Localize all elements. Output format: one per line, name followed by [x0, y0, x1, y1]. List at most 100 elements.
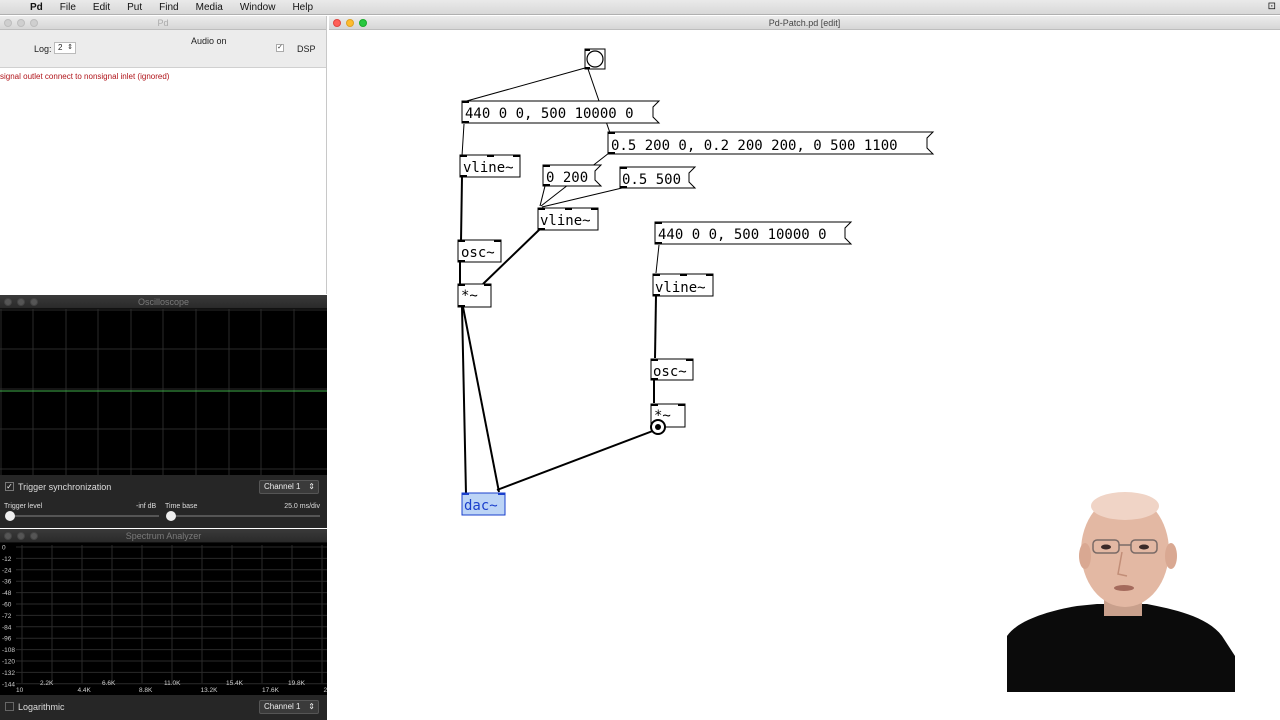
stepper-icon: ⇕ [67, 44, 73, 51]
connection [462, 67, 586, 103]
message-text: 440 0 0, 500 10000 0 [658, 227, 827, 243]
screen-share-icon[interactable]: ⊡ [1268, 1, 1276, 12]
time-base-value: 25.0 ms/div [284, 503, 320, 510]
connection [461, 123, 465, 157]
connection [460, 176, 463, 242]
spectrum-y-tick-label: -96 [2, 636, 12, 643]
spectrum-x-tick-label: 8.8K [139, 687, 153, 694]
vline-object-2[interactable]: vline~ [537, 207, 599, 231]
trigger-level-value: -inf dB [136, 503, 157, 510]
osc-object-1[interactable]: osc~ [457, 239, 502, 263]
connect-cursor-icon [650, 419, 666, 435]
dsp-label: DSP [297, 44, 316, 54]
object-text: *~ [461, 288, 478, 304]
log-level-value: 2 [58, 43, 63, 52]
message-text: 0.5 200 0, 0.2 200 200, 0 500 1100 [611, 138, 898, 154]
object-text: osc~ [653, 364, 687, 380]
spectrum-channel-select[interactable]: Channel 1 ⇕ [259, 700, 319, 714]
bang-circle-icon [586, 50, 604, 68]
trigger-sync-label: Trigger synchronization [18, 482, 112, 492]
object-text: vline~ [655, 280, 706, 296]
spectrum-title: Spectrum Analyzer [125, 531, 202, 541]
message-box-1[interactable]: 440 0 0, 500 10000 0 [461, 100, 661, 124]
menu-put[interactable]: Put [127, 2, 142, 13]
dsp-checkbox[interactable]: ✓ [276, 44, 284, 52]
message-text: 0.5 500 [622, 172, 681, 188]
trigger-level-slider-track[interactable] [6, 515, 159, 517]
menu-find[interactable]: Find [159, 2, 178, 13]
spectrum-x-tick-label: 11.0K [164, 680, 181, 687]
close-button[interactable] [4, 532, 12, 540]
minimize-button[interactable] [17, 532, 25, 540]
spectrum-y-tick-label: -24 [2, 567, 12, 574]
trigger-sync-checkbox[interactable]: ✓ [5, 482, 14, 491]
oscilloscope-titlebar: Oscilloscope [0, 295, 327, 309]
dac-object[interactable]: dac~ [461, 492, 506, 516]
spectrum-y-tick-label: -12 [2, 556, 12, 563]
vline-object-1[interactable]: vline~ [459, 154, 521, 178]
bang-object[interactable] [584, 48, 606, 70]
spectrum-display: 0 -12 -24 -36 -48 -60 -72 -84 -96 -108 -120 -132 -14… [2, 545, 328, 694]
message-box-2[interactable]: 0.5 200 0, 0.2 200 200, 0 500 1100 [607, 131, 935, 155]
stepper-icon: ⇕ [308, 702, 315, 711]
connection [496, 428, 659, 491]
menu-file[interactable]: File [60, 2, 76, 13]
menu-pd[interactable]: Pd [30, 2, 43, 13]
menu-window[interactable]: Window [240, 2, 276, 13]
spectrum-y-tick-label: -72 [2, 613, 12, 620]
message-box-5[interactable]: 440 0 0, 500 10000 0 [654, 221, 853, 245]
menu-help[interactable]: Help [292, 2, 313, 13]
pd-controls-bar: Log: 2 ⇕ Audio on ✓ DSP [0, 30, 326, 68]
minimize-button[interactable] [17, 298, 25, 306]
pd-main-window: Pd Log: 2 ⇕ Audio on ✓ DSP signal outlet … [0, 16, 327, 294]
time-base-slider-knob[interactable] [166, 511, 176, 521]
spectrum-y-tick-label: -84 [2, 624, 12, 631]
stepper-icon: ⇕ [308, 482, 315, 491]
zoom-button[interactable] [30, 19, 38, 27]
vline-object-3[interactable]: vline~ [652, 273, 714, 297]
audio-status: Audio on [191, 36, 227, 46]
connection [654, 295, 657, 359]
connection [462, 306, 500, 493]
logarithmic-checkbox[interactable] [5, 702, 14, 711]
close-button[interactable] [4, 298, 12, 306]
osc-object-2[interactable]: osc~ [650, 358, 694, 381]
menu-media[interactable]: Media [196, 2, 223, 13]
connection [461, 306, 467, 495]
close-button[interactable] [4, 19, 12, 27]
spectrum-y-tick-label: 0 [2, 545, 6, 552]
object-text: vline~ [540, 213, 591, 229]
time-base-slider-track[interactable] [168, 515, 320, 517]
minimize-button[interactable] [17, 19, 25, 27]
multiply-object-1[interactable]: *~ [457, 283, 492, 308]
spectrum-x-tick-label: 4.4K [78, 687, 92, 694]
log-level-select[interactable]: 2 ⇕ [54, 42, 76, 54]
channel-value: Channel 1 [264, 482, 301, 491]
oscilloscope-title: Oscilloscope [137, 297, 190, 307]
menu-edit[interactable]: Edit [93, 2, 110, 13]
spectrum-y-tick-label: -120 [2, 659, 15, 666]
trigger-level-slider-knob[interactable] [5, 511, 15, 521]
spectrum-titlebar: Spectrum Analyzer [0, 529, 327, 543]
pd-window-title: Pd [157, 18, 169, 28]
message-text: 0 200 [546, 170, 588, 186]
trigger-level-label: Trigger level [4, 503, 43, 510]
oscilloscope-display [0, 309, 327, 475]
zoom-button[interactable] [30, 532, 38, 540]
spectrum-y-tick-label: -36 [2, 579, 12, 586]
spectrum-y-tick-label: -144 [2, 681, 15, 688]
spectrum-y-tick-label: -132 [2, 670, 15, 677]
webcam-overlay [1007, 486, 1235, 692]
oscilloscope-window: Oscilloscope ✓ Trigger synchronization C… [0, 295, 327, 528]
console-error-message: signal outlet connect to nonsignal inlet… [0, 72, 170, 81]
message-text: 440 0 0, 500 10000 0 [465, 106, 634, 122]
message-box-4[interactable]: 0.5 500 [619, 166, 697, 189]
zoom-button[interactable] [30, 298, 38, 306]
spectrum-x-tick-label: 22.1K [324, 687, 328, 694]
object-text: osc~ [461, 245, 495, 261]
channel-value: Channel 1 [264, 702, 301, 711]
spectrum-x-tick-label: 13.2K [201, 687, 219, 694]
oscilloscope-channel-select[interactable]: Channel 1 ⇕ [259, 480, 319, 494]
spectrum-x-tick-label: 6.6K [102, 680, 116, 687]
message-box-3[interactable]: 0 200 [542, 164, 603, 187]
